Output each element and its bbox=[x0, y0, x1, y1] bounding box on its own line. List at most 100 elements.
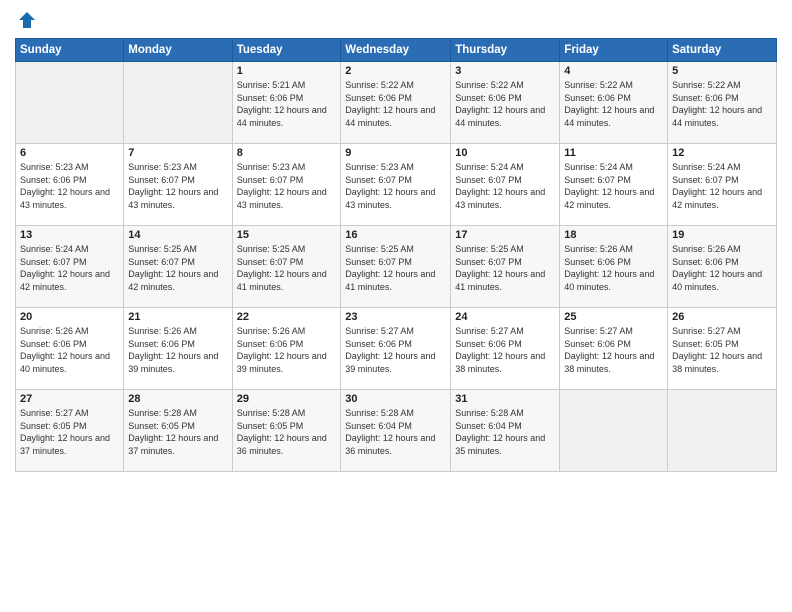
day-number: 17 bbox=[455, 229, 555, 241]
day-number: 20 bbox=[20, 311, 119, 323]
calendar-cell: 21 Sunrise: 5:26 AM Sunset: 6:06 PM Dayli… bbox=[124, 308, 232, 390]
page: SundayMondayTuesdayWednesdayThursdayFrid… bbox=[0, 0, 792, 612]
day-info: Sunrise: 5:22 AM Sunset: 6:06 PM Dayligh… bbox=[455, 79, 555, 129]
calendar-cell: 25 Sunrise: 5:27 AM Sunset: 6:06 PM Dayli… bbox=[560, 308, 668, 390]
day-info: Sunrise: 5:26 AM Sunset: 6:06 PM Dayligh… bbox=[237, 325, 337, 375]
calendar-cell: 9 Sunrise: 5:23 AM Sunset: 6:07 PM Daylig… bbox=[341, 144, 451, 226]
calendar: SundayMondayTuesdayWednesdayThursdayFrid… bbox=[15, 38, 777, 472]
calendar-cell: 6 Sunrise: 5:23 AM Sunset: 6:06 PM Daylig… bbox=[16, 144, 124, 226]
day-number: 10 bbox=[455, 147, 555, 159]
calendar-cell: 31 Sunrise: 5:28 AM Sunset: 6:04 PM Dayli… bbox=[451, 390, 560, 472]
day-info: Sunrise: 5:23 AM Sunset: 6:07 PM Dayligh… bbox=[128, 161, 227, 211]
day-number: 21 bbox=[128, 311, 227, 323]
day-number: 8 bbox=[237, 147, 337, 159]
calendar-cell: 3 Sunrise: 5:22 AM Sunset: 6:06 PM Daylig… bbox=[451, 62, 560, 144]
day-number: 31 bbox=[455, 393, 555, 405]
day-info: Sunrise: 5:22 AM Sunset: 6:06 PM Dayligh… bbox=[345, 79, 446, 129]
day-number: 22 bbox=[237, 311, 337, 323]
calendar-cell: 27 Sunrise: 5:27 AM Sunset: 6:05 PM Dayli… bbox=[16, 390, 124, 472]
day-info: Sunrise: 5:24 AM Sunset: 6:07 PM Dayligh… bbox=[564, 161, 663, 211]
calendar-cell: 5Sunrise: 5:22 AM Sunset: 6:06 PM Daylig… bbox=[668, 62, 777, 144]
day-info: Sunrise: 5:25 AM Sunset: 6:07 PM Dayligh… bbox=[345, 243, 446, 293]
day-info: Sunrise: 5:24 AM Sunset: 6:07 PM Dayligh… bbox=[455, 161, 555, 211]
weekday-header: Sunday bbox=[16, 39, 124, 62]
logo bbox=[15, 10, 37, 30]
weekday-header: Thursday bbox=[451, 39, 560, 62]
day-number: 29 bbox=[237, 393, 337, 405]
day-info: Sunrise: 5:21 AM Sunset: 6:06 PM Dayligh… bbox=[237, 79, 337, 129]
calendar-cell: 20 Sunrise: 5:26 AM Sunset: 6:06 PM Dayli… bbox=[16, 308, 124, 390]
calendar-cell: 15 Sunrise: 5:25 AM Sunset: 6:07 PM Dayli… bbox=[232, 226, 341, 308]
day-info: Sunrise: 5:22 AM Sunset: 6:06 PM Dayligh… bbox=[564, 79, 663, 129]
header bbox=[15, 10, 777, 30]
weekday-header: Saturday bbox=[668, 39, 777, 62]
calendar-cell: 7 Sunrise: 5:23 AM Sunset: 6:07 PM Daylig… bbox=[124, 144, 232, 226]
day-number: 18 bbox=[564, 229, 663, 241]
day-info: Sunrise: 5:27 AM Sunset: 6:05 PM Dayligh… bbox=[672, 325, 772, 375]
day-number: 11 bbox=[564, 147, 663, 159]
day-number: 28 bbox=[128, 393, 227, 405]
day-number: 13 bbox=[20, 229, 119, 241]
calendar-cell: 24 Sunrise: 5:27 AM Sunset: 6:06 PM Dayli… bbox=[451, 308, 560, 390]
calendar-cell: 26 Sunrise: 5:27 AM Sunset: 6:05 PM Dayli… bbox=[668, 308, 777, 390]
day-number: 12 bbox=[672, 147, 772, 159]
calendar-cell: 16 Sunrise: 5:25 AM Sunset: 6:07 PM Dayli… bbox=[341, 226, 451, 308]
day-info: Sunrise: 5:24 AM Sunset: 6:07 PM Dayligh… bbox=[20, 243, 119, 293]
day-info: Sunrise: 5:26 AM Sunset: 6:06 PM Dayligh… bbox=[672, 243, 772, 293]
day-info: Sunrise: 5:24 AM Sunset: 6:07 PM Dayligh… bbox=[672, 161, 772, 211]
day-info: Sunrise: 5:26 AM Sunset: 6:06 PM Dayligh… bbox=[20, 325, 119, 375]
calendar-cell: 13 Sunrise: 5:24 AM Sunset: 6:07 PM Dayli… bbox=[16, 226, 124, 308]
day-info: Sunrise: 5:28 AM Sunset: 6:04 PM Dayligh… bbox=[345, 407, 446, 457]
day-info: Sunrise: 5:25 AM Sunset: 6:07 PM Dayligh… bbox=[237, 243, 337, 293]
logo-icon bbox=[17, 10, 37, 30]
calendar-cell: 30 Sunrise: 5:28 AM Sunset: 6:04 PM Dayli… bbox=[341, 390, 451, 472]
day-info: Sunrise: 5:28 AM Sunset: 6:04 PM Dayligh… bbox=[455, 407, 555, 457]
day-info: Sunrise: 5:27 AM Sunset: 6:05 PM Dayligh… bbox=[20, 407, 119, 457]
day-info: Sunrise: 5:28 AM Sunset: 6:05 PM Dayligh… bbox=[128, 407, 227, 457]
calendar-cell: 4 Sunrise: 5:22 AM Sunset: 6:06 PM Daylig… bbox=[560, 62, 668, 144]
weekday-header: Friday bbox=[560, 39, 668, 62]
day-number: 4 bbox=[564, 65, 663, 77]
day-number: 19 bbox=[672, 229, 772, 241]
day-info: Sunrise: 5:23 AM Sunset: 6:07 PM Dayligh… bbox=[237, 161, 337, 211]
calendar-cell: 22 Sunrise: 5:26 AM Sunset: 6:06 PM Dayli… bbox=[232, 308, 341, 390]
day-info: Sunrise: 5:25 AM Sunset: 6:07 PM Dayligh… bbox=[455, 243, 555, 293]
day-number: 16 bbox=[345, 229, 446, 241]
day-number: 15 bbox=[237, 229, 337, 241]
day-number: 30 bbox=[345, 393, 446, 405]
day-number: 14 bbox=[128, 229, 227, 241]
calendar-cell: 17 Sunrise: 5:25 AM Sunset: 6:07 PM Dayli… bbox=[451, 226, 560, 308]
calendar-cell: 2 Sunrise: 5:22 AM Sunset: 6:06 PM Daylig… bbox=[341, 62, 451, 144]
day-info: Sunrise: 5:26 AM Sunset: 6:06 PM Dayligh… bbox=[564, 243, 663, 293]
calendar-cell: 12 Sunrise: 5:24 AM Sunset: 6:07 PM Dayli… bbox=[668, 144, 777, 226]
day-info: Sunrise: 5:26 AM Sunset: 6:06 PM Dayligh… bbox=[128, 325, 227, 375]
calendar-cell: 19 Sunrise: 5:26 AM Sunset: 6:06 PM Dayli… bbox=[668, 226, 777, 308]
day-number: 23 bbox=[345, 311, 446, 323]
day-info: Sunrise: 5:22 AM Sunset: 6:06 PM Dayligh… bbox=[672, 79, 772, 129]
day-info: Sunrise: 5:23 AM Sunset: 6:07 PM Dayligh… bbox=[345, 161, 446, 211]
day-number: 1 bbox=[237, 65, 337, 77]
day-number: 2 bbox=[345, 65, 446, 77]
day-number: 7 bbox=[128, 147, 227, 159]
calendar-cell bbox=[124, 62, 232, 144]
day-number: 9 bbox=[345, 147, 446, 159]
calendar-cell: 28 Sunrise: 5:28 AM Sunset: 6:05 PM Dayli… bbox=[124, 390, 232, 472]
calendar-cell bbox=[16, 62, 124, 144]
day-info: Sunrise: 5:27 AM Sunset: 6:06 PM Dayligh… bbox=[345, 325, 446, 375]
calendar-cell: 8 Sunrise: 5:23 AM Sunset: 6:07 PM Daylig… bbox=[232, 144, 341, 226]
day-number: 24 bbox=[455, 311, 555, 323]
calendar-cell: 10 Sunrise: 5:24 AM Sunset: 6:07 PM Dayli… bbox=[451, 144, 560, 226]
day-number: 26 bbox=[672, 311, 772, 323]
day-number: 6 bbox=[20, 147, 119, 159]
day-info: Sunrise: 5:27 AM Sunset: 6:06 PM Dayligh… bbox=[564, 325, 663, 375]
calendar-cell bbox=[560, 390, 668, 472]
calendar-cell bbox=[668, 390, 777, 472]
day-info: Sunrise: 5:23 AM Sunset: 6:06 PM Dayligh… bbox=[20, 161, 119, 211]
day-number: 3 bbox=[455, 65, 555, 77]
weekday-header: Tuesday bbox=[232, 39, 341, 62]
day-info: Sunrise: 5:27 AM Sunset: 6:06 PM Dayligh… bbox=[455, 325, 555, 375]
calendar-cell: 1 Sunrise: 5:21 AM Sunset: 6:06 PM Daylig… bbox=[232, 62, 341, 144]
weekday-header: Monday bbox=[124, 39, 232, 62]
day-number: 27 bbox=[20, 393, 119, 405]
day-number: 25 bbox=[564, 311, 663, 323]
